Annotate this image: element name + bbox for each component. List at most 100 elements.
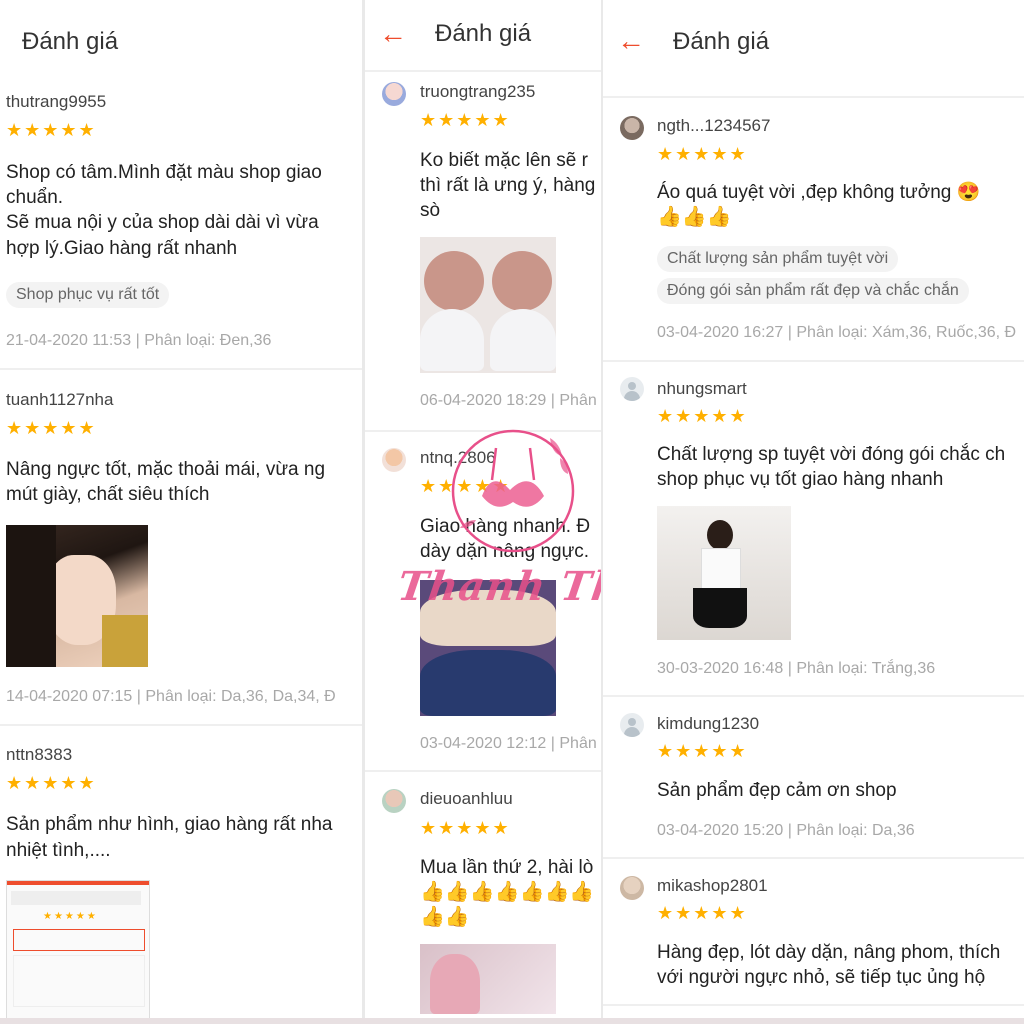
rating-stars: ★★★★★ (6, 418, 97, 438)
screenshot-textbox (13, 955, 145, 1007)
avatar-head-shape (628, 718, 636, 726)
review-panel-right: ← Đánh giá ngth...1234567 ★★★★★ Áo quá t… (603, 0, 1024, 1024)
review-divider (0, 368, 362, 370)
back-arrow-icon[interactable]: ← (617, 25, 645, 57)
review-photo[interactable] (657, 506, 791, 640)
review-divider (603, 695, 1024, 697)
bottom-edge-strip (0, 1018, 1024, 1024)
hair-shape (6, 525, 56, 667)
avatar[interactable] (382, 789, 406, 813)
rating-stars: ★★★★★ (420, 818, 511, 838)
reviewer-name[interactable]: kimdung1230 (657, 714, 759, 734)
review-text-line: với người ngực nhỏ, sẽ tiếp tục ủng hộ (657, 967, 986, 988)
review-text-line: shop phục vụ tốt giao hàng nhanh (657, 469, 944, 490)
review-meta: 03-04-2020 12:12 | Phân (420, 735, 597, 752)
avatar-body-shape (624, 391, 640, 401)
review-photo[interactable] (6, 525, 148, 667)
review-meta: 03-04-2020 16:27 | Phân loại: Xám,36, Ru… (657, 324, 1017, 341)
header-divider (365, 70, 601, 72)
rating-stars: ★★★★★ (6, 120, 97, 140)
review-text-line: Chất lượng sp tuyệt vời đóng gói chắc ch (657, 444, 1006, 465)
screenshot-line (11, 891, 141, 905)
reviewer-name[interactable]: dieuoanhluu (420, 789, 513, 809)
bra-cup-shape (420, 309, 484, 371)
review-text-line: Shop có tâm.Mình đặt màu shop giao (6, 162, 322, 183)
page-title: Đánh giá (435, 20, 532, 47)
review-text-line: Mua lần thứ 2, hài lò (420, 857, 594, 878)
review-tag: Đóng gói sản phẩm rất đẹp và chắc chắn (657, 278, 969, 304)
review-text-line: chuẩn. (6, 187, 64, 208)
review-screenshot[interactable]: ★★★★★ (6, 880, 150, 1024)
default-avatar-icon[interactable] (620, 377, 644, 401)
person-shape (430, 954, 480, 1014)
review-text-line: Sẽ mua nội y của shop dài dài vì vừa (6, 212, 319, 233)
emoji-line: 👍👍 (420, 906, 470, 928)
reviewer-name[interactable]: nhungsmart (657, 379, 747, 399)
page-title: Đánh giá (673, 28, 770, 55)
rating-stars: ★★★★★ (657, 406, 748, 426)
review-meta: 21-04-2020 11:53 | Phân loại: Đen,36 (6, 332, 272, 349)
person-skirt-shape (693, 588, 747, 628)
reviewer-name[interactable]: mikashop2801 (657, 876, 768, 896)
bra-navy-shape (420, 650, 556, 716)
review-divider (365, 770, 601, 772)
avatar[interactable] (382, 448, 406, 472)
avatar[interactable] (382, 82, 406, 106)
rating-stars: ★★★★★ (420, 110, 511, 130)
rating-stars: ★★★★★ (657, 903, 748, 923)
review-meta: 14-04-2020 07:15 | Phân loại: Da,36, Da,… (6, 688, 336, 705)
review-photo[interactable] (420, 944, 556, 1014)
review-text-line: sò (420, 200, 441, 221)
review-panel-middle: ← Đánh giá truongtrang235 ★★★★★ Ko biết … (365, 0, 601, 1024)
avatar[interactable] (620, 876, 644, 900)
rating-stars: ★★★★★ (6, 773, 97, 793)
bra-cup-shape (424, 251, 484, 311)
emoji-line: 👍👍👍👍👍👍👍 (420, 881, 595, 903)
page-title: Đánh giá (22, 28, 119, 55)
review-divider (603, 1004, 1024, 1006)
back-arrow-icon[interactable]: ← (379, 18, 407, 50)
reviewer-name[interactable]: thutrang9955 (6, 92, 106, 112)
screenshot-stars: ★★★★★ (43, 911, 98, 922)
review-text-line: Ko biết mặc lên sẽ r (420, 150, 588, 171)
watermark-logo-icon (451, 429, 575, 553)
review-panel-left: Đánh giá thutrang9955 ★★★★★ Shop có tâm.… (0, 0, 362, 1024)
review-text-line: Hàng đẹp, lót dày dặn, nâng phom, thích (657, 942, 1001, 963)
reviewer-name[interactable]: truongtrang235 (420, 82, 535, 102)
rating-stars: ★★★★★ (657, 144, 748, 164)
review-tag: Chất lượng sản phẩm tuyệt vời (657, 246, 899, 272)
bra-cup-shape (490, 309, 556, 371)
review-divider (603, 360, 1024, 362)
review-meta: 03-04-2020 15:20 | Phân loại: Da,36 (657, 822, 915, 839)
review-text-line: Sản phẩm đẹp cảm ơn shop (657, 780, 897, 801)
review-text-line: mút giày, chất siêu thích (6, 484, 210, 505)
reviewer-name[interactable]: tuanh1127nha (6, 390, 113, 410)
review-text-line: Nâng ngực tốt, mặc thoải mái, vừa ng (6, 459, 326, 480)
review-text-line: Áo quá tuyệt vời ,đẹp không tưởng 😍 (657, 182, 981, 203)
review-meta: 30-03-2020 16:48 | Phân loại: Trắng,36 (657, 660, 936, 677)
review-divider (603, 857, 1024, 859)
reviewer-name[interactable]: ngth...1234567 (657, 116, 770, 136)
rating-stars: ★★★★★ (657, 741, 748, 761)
review-meta: 06-04-2020 18:29 | Phân (420, 392, 597, 409)
default-avatar-icon[interactable] (620, 713, 644, 737)
avatar[interactable] (620, 116, 644, 140)
bra-cup-shape (492, 251, 552, 311)
shirt-shape (102, 615, 148, 667)
avatar-head-shape (628, 382, 636, 390)
avatar-body-shape (624, 727, 640, 737)
person-head-shape (707, 520, 733, 550)
header-divider (603, 96, 1024, 98)
person-top-shape (701, 548, 741, 590)
review-text-line: nhiệt tình,.... (6, 840, 111, 861)
review-text-line: hợp lý.Giao hàng rất nhanh (6, 238, 238, 259)
review-text-line: thì rất là ưng ý, hàng (420, 175, 596, 196)
review-tag: Shop phục vụ rất tốt (6, 282, 170, 308)
reviewer-name[interactable]: nttn8383 (6, 745, 72, 765)
review-divider (0, 724, 362, 726)
screenshot-bar (7, 881, 149, 885)
review-photo[interactable] (420, 237, 556, 373)
screenshot-button (13, 929, 145, 951)
review-text-line: Sản phẩm như hình, giao hàng rất nha (6, 814, 333, 835)
emoji-line: 👍👍👍 (657, 206, 732, 228)
